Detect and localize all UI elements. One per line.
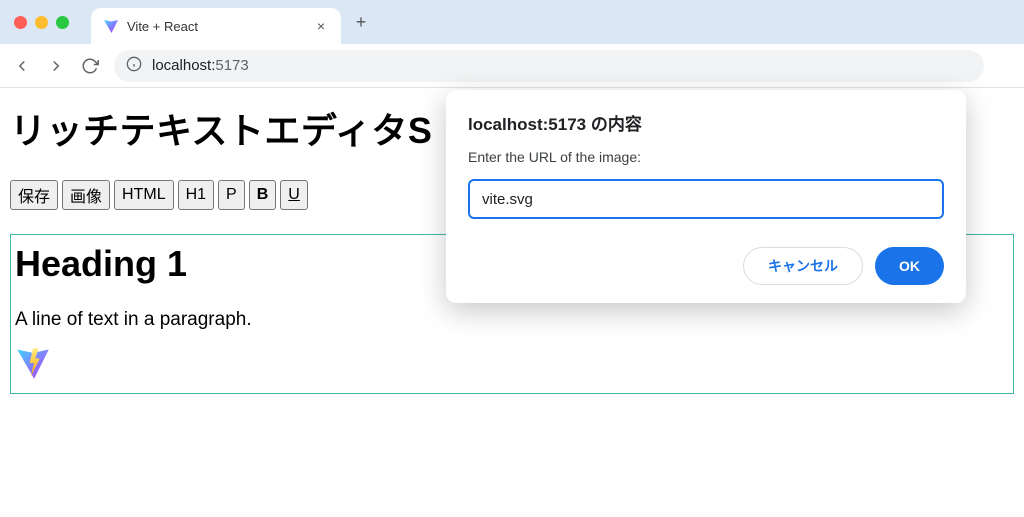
dialog-actions: キャンセル OK (468, 247, 944, 285)
back-icon[interactable] (12, 56, 32, 76)
save-button[interactable]: 保存 (10, 180, 58, 210)
vite-favicon-icon (103, 18, 119, 34)
address-bar[interactable]: localhost:5173 (114, 50, 984, 82)
editor-image[interactable] (15, 345, 51, 381)
forward-icon[interactable] (46, 56, 66, 76)
bold-button[interactable]: B (249, 180, 277, 210)
address-port: 5173 (215, 57, 248, 74)
dialog-title: localhost:5173 の内容 (468, 110, 944, 135)
p-button[interactable]: P (218, 180, 245, 210)
window-controls (14, 16, 69, 29)
html-button[interactable]: HTML (114, 180, 174, 210)
browser-tab[interactable]: Vite + React × (91, 8, 341, 44)
underline-button[interactable]: U (280, 180, 308, 210)
browser-tab-strip: Vite + React × + (0, 0, 1024, 44)
tab-title: Vite + React (127, 19, 305, 34)
dialog-input[interactable] (468, 179, 944, 219)
close-window-icon[interactable] (14, 16, 27, 29)
ok-button[interactable]: OK (875, 247, 944, 285)
new-tab-button[interactable]: + (347, 8, 375, 36)
prompt-dialog: localhost:5173 の内容 Enter the URL of the … (446, 90, 966, 303)
dialog-message: Enter the URL of the image: (468, 149, 944, 165)
minimize-window-icon[interactable] (35, 16, 48, 29)
address-text: localhost:5173 (152, 57, 249, 74)
editor-paragraph[interactable]: A line of text in a paragraph. (15, 309, 1009, 331)
image-button[interactable]: 画像 (62, 180, 110, 210)
address-host: localhost: (152, 57, 215, 74)
maximize-window-icon[interactable] (56, 16, 69, 29)
h1-button[interactable]: H1 (178, 180, 214, 210)
browser-toolbar: localhost:5173 (0, 44, 1024, 88)
cancel-button[interactable]: キャンセル (743, 247, 863, 285)
info-icon (126, 56, 142, 76)
close-tab-icon[interactable]: × (313, 18, 329, 34)
reload-icon[interactable] (80, 56, 100, 76)
